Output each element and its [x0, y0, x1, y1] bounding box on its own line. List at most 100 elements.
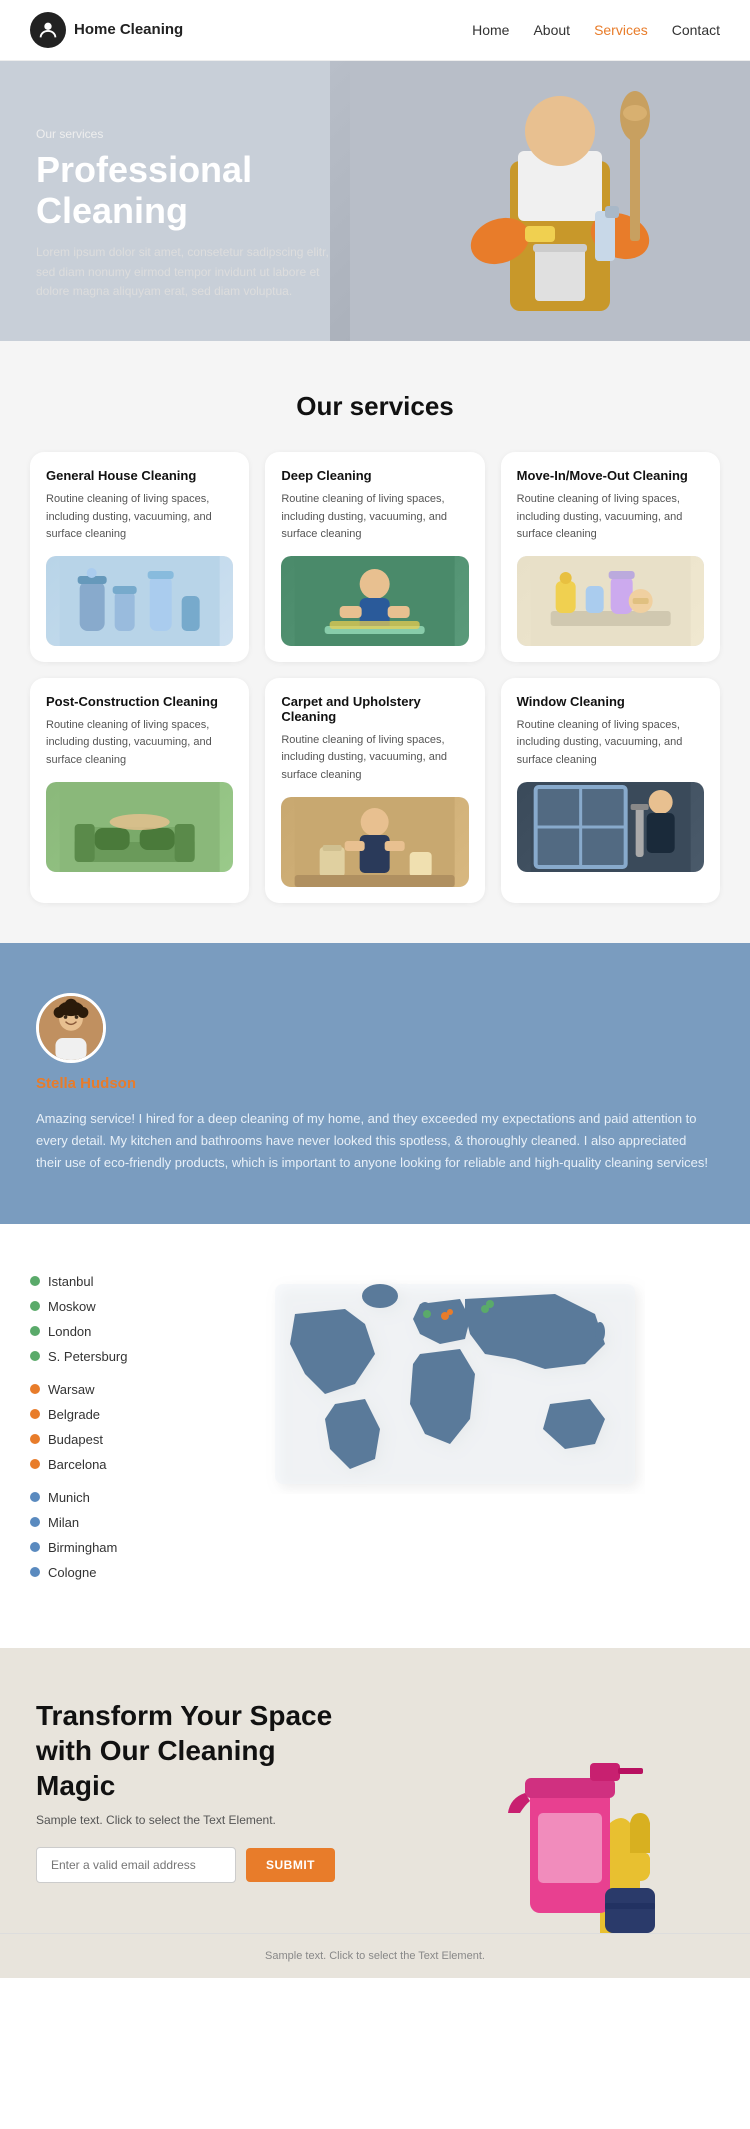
navbar: Home Cleaning Home About Services Contac…	[0, 0, 750, 61]
testimonial-avatar	[36, 993, 106, 1063]
service-desc-deep: Routine cleaning of living spaces, inclu…	[281, 491, 468, 544]
service-title-deep: Deep Cleaning	[281, 468, 468, 483]
world-map	[265, 1274, 645, 1494]
location-label: Birmingham	[48, 1540, 117, 1555]
location-stpetersburg: S. Petersburg	[30, 1349, 160, 1364]
footer: Sample text. Click to select the Text El…	[0, 1933, 750, 1978]
testimonial-text: Amazing service! I hired for a deep clea…	[36, 1108, 714, 1174]
cta-subtitle: Sample text. Click to select the Text El…	[36, 1813, 336, 1827]
location-label: Moskow	[48, 1299, 96, 1314]
location-label: London	[48, 1324, 91, 1339]
locations-section: Istanbul Moskow London S. Petersburg War…	[0, 1224, 750, 1648]
location-milan: Milan	[30, 1515, 160, 1530]
nav-home[interactable]: Home	[472, 22, 509, 38]
hero-content: Our services ProfessionalCleaning Lorem …	[36, 127, 336, 301]
service-img-window	[517, 782, 704, 872]
location-group-2: Warsaw Belgrade Budapest Barcelona	[30, 1382, 160, 1472]
hero-title: ProfessionalCleaning	[36, 149, 336, 232]
service-img-deep	[281, 556, 468, 646]
cta-title: Transform Your Space with Our Cleaning M…	[36, 1698, 356, 1803]
service-card-window: Window Cleaning Routine cleaning of livi…	[501, 678, 720, 903]
service-desc-carpet: Routine cleaning of living spaces, inclu…	[281, 732, 468, 785]
location-dot	[30, 1409, 40, 1419]
location-dot	[30, 1351, 40, 1361]
service-title-movein: Move-In/Move-Out Cleaning	[517, 468, 704, 483]
service-card-deep: Deep Cleaning Routine cleaning of living…	[265, 452, 484, 662]
location-istanbul: Istanbul	[30, 1274, 160, 1289]
hero-image	[330, 61, 750, 341]
location-dot	[30, 1301, 40, 1311]
service-card-carpet: Carpet and Upholstery Cleaning Routine c…	[265, 678, 484, 903]
location-label: Barcelona	[48, 1457, 107, 1472]
location-dot	[30, 1326, 40, 1336]
location-group-1: Istanbul Moskow London S. Petersburg	[30, 1274, 160, 1364]
service-img-movein	[517, 556, 704, 646]
service-card-postconstruction: Post-Construction Cleaning Routine clean…	[30, 678, 249, 903]
location-warsaw: Warsaw	[30, 1382, 160, 1397]
location-dot	[30, 1434, 40, 1444]
location-birmingham: Birmingham	[30, 1540, 160, 1555]
service-card-movein: Move-In/Move-Out Cleaning Routine cleani…	[501, 452, 720, 662]
hero-description: Lorem ipsum dolor sit amet, consetetur s…	[36, 243, 336, 301]
logo-icon	[30, 12, 66, 48]
location-barcelona: Barcelona	[30, 1457, 160, 1472]
cta-section: Transform Your Space with Our Cleaning M…	[0, 1648, 750, 1933]
locations-list: Istanbul Moskow London S. Petersburg War…	[30, 1274, 160, 1598]
hero-illustration	[350, 61, 750, 341]
service-desc-window: Routine cleaning of living spaces, inclu…	[517, 717, 704, 770]
location-group-3: Munich Milan Birmingham Cologne	[30, 1490, 160, 1580]
testimonial-section: Stella Hudson Amazing service! I hired f…	[0, 943, 750, 1224]
location-dot	[30, 1517, 40, 1527]
services-section: Our services General House Cleaning Rout…	[0, 341, 750, 943]
hero-overline: Our services	[36, 127, 336, 141]
submit-button[interactable]: SUBMIT	[246, 1848, 335, 1882]
world-map-area	[190, 1274, 720, 1494]
location-dot	[30, 1492, 40, 1502]
location-moskow: Moskow	[30, 1299, 160, 1314]
location-dot	[30, 1542, 40, 1552]
service-title-general: General House Cleaning	[46, 468, 233, 483]
logo-text: Home Cleaning	[74, 21, 183, 39]
service-title-carpet: Carpet and Upholstery Cleaning	[281, 694, 468, 724]
email-input[interactable]	[36, 1847, 236, 1883]
footer-text: Sample text. Click to select the Text El…	[36, 1950, 714, 1962]
nav-contact[interactable]: Contact	[672, 22, 720, 38]
service-desc-postconstruction: Routine cleaning of living spaces, inclu…	[46, 717, 233, 770]
location-dot	[30, 1567, 40, 1577]
logo[interactable]: Home Cleaning	[30, 12, 183, 48]
location-label: Budapest	[48, 1432, 103, 1447]
avatar-face	[39, 996, 103, 1060]
location-label: Milan	[48, 1515, 79, 1530]
testimonial-name: Stella Hudson	[36, 1075, 714, 1092]
location-label: Istanbul	[48, 1274, 94, 1289]
location-label: S. Petersburg	[48, 1349, 128, 1364]
service-card-general: General House Cleaning Routine cleaning …	[30, 452, 249, 662]
service-img-general	[46, 556, 233, 646]
service-title-window: Window Cleaning	[517, 694, 704, 709]
service-desc-general: Routine cleaning of living spaces, inclu…	[46, 491, 233, 544]
location-belgrade: Belgrade	[30, 1407, 160, 1422]
location-label: Cologne	[48, 1565, 96, 1580]
location-label: Warsaw	[48, 1382, 94, 1397]
cta-image	[470, 1733, 750, 1933]
location-dot	[30, 1459, 40, 1469]
nav-links: Home About Services Contact	[472, 22, 720, 38]
location-dot	[30, 1276, 40, 1286]
cta-form: SUBMIT	[36, 1847, 376, 1883]
location-london: London	[30, 1324, 160, 1339]
hero-section: Our services ProfessionalCleaning Lorem …	[0, 61, 750, 341]
location-dot	[30, 1384, 40, 1394]
services-grid: General House Cleaning Routine cleaning …	[30, 452, 720, 903]
services-title: Our services	[30, 391, 720, 422]
location-munich: Munich	[30, 1490, 160, 1505]
service-img-carpet	[281, 797, 468, 887]
service-desc-movein: Routine cleaning of living spaces, inclu…	[517, 491, 704, 544]
location-budapest: Budapest	[30, 1432, 160, 1447]
nav-about[interactable]: About	[533, 22, 570, 38]
service-img-postconstruction	[46, 782, 233, 872]
service-title-postconstruction: Post-Construction Cleaning	[46, 694, 233, 709]
location-label: Munich	[48, 1490, 90, 1505]
location-label: Belgrade	[48, 1407, 100, 1422]
location-cologne: Cologne	[30, 1565, 160, 1580]
nav-services[interactable]: Services	[594, 22, 648, 38]
